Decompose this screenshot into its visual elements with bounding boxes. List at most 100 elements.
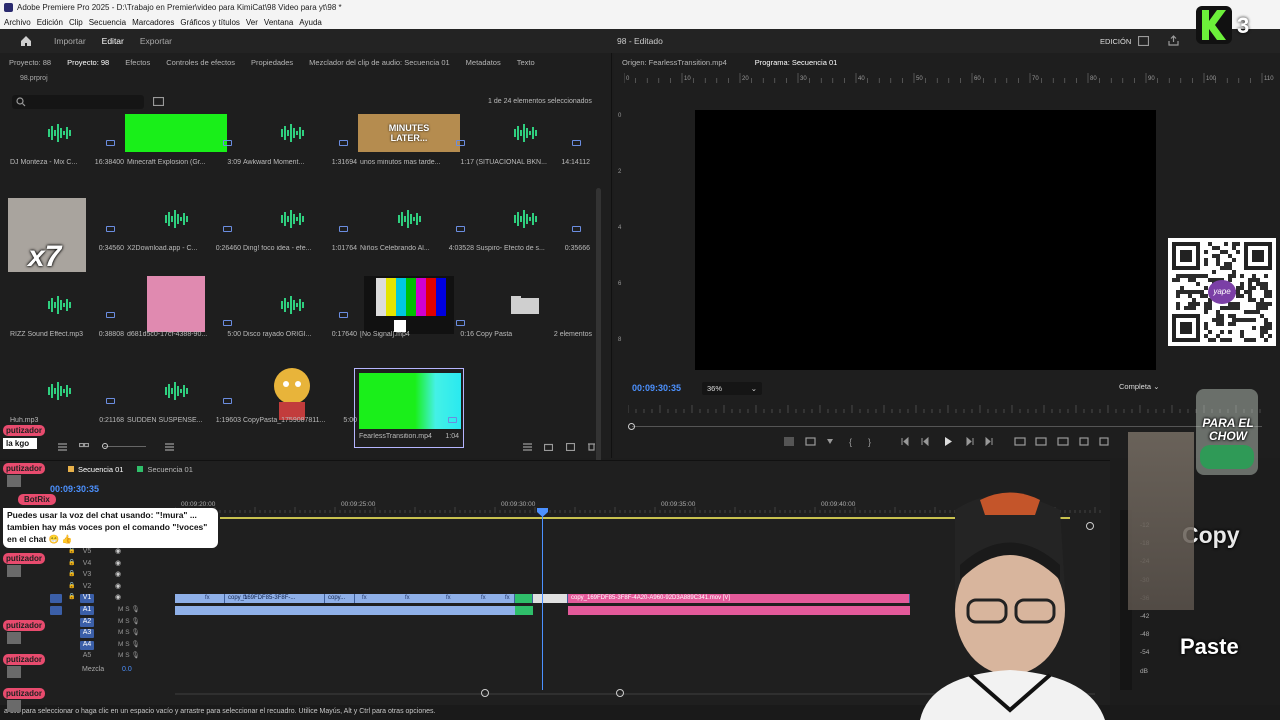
monitor-scrub-ruler[interactable] (628, 405, 1268, 413)
quality-select[interactable]: Completa ⌄ (1119, 382, 1160, 391)
tab-proyecto-88[interactable]: Proyecto: 88 (9, 58, 51, 67)
scrub-bar[interactable] (632, 426, 1262, 427)
menu-ventana[interactable]: Ventana (264, 18, 293, 27)
menu-marcadores[interactable]: Marcadores (132, 18, 174, 27)
project-item[interactable]: Disco rayado ORIGI... 0:17640 (241, 286, 357, 370)
tab-mezclador[interactable]: Mezclador del clip de audio: Secuencia 0… (309, 58, 450, 67)
video-clip[interactable] (533, 594, 568, 603)
eye-icon[interactable]: ◉ (115, 547, 121, 555)
project-item[interactable]: Copy Pasta 2 elementos (474, 286, 592, 370)
video-clip[interactable]: copy_169FDF85-3F8F-... (225, 594, 325, 603)
project-item[interactable]: Suspiro- Efecto de s... 0:35666 (474, 200, 590, 284)
tab-importar[interactable]: Importar (54, 36, 86, 46)
mute-solo-icon[interactable]: M S 🎙 (118, 617, 140, 625)
eye-icon[interactable]: ◉ (115, 570, 121, 578)
video-clip[interactable] (515, 594, 533, 603)
project-item[interactable]: 0:34560 (8, 198, 124, 284)
playhead[interactable] (542, 510, 543, 690)
video-clip[interactable]: copy... (325, 594, 355, 603)
project-item[interactable]: Minecraft Explosion (Gr... 3:09 (125, 114, 241, 198)
home-icon[interactable] (20, 35, 32, 47)
track-controls-icon[interactable]: 🔒 (68, 593, 75, 600)
playhead-marker-icon[interactable] (537, 508, 548, 517)
tab-efectos[interactable]: Efectos (125, 58, 150, 67)
tab-propiedades[interactable]: Propiedades (251, 58, 293, 67)
audio-wave-icon (514, 124, 537, 142)
ruler-label: 100 (1206, 76, 1217, 82)
tab-controles-efectos[interactable]: Controles de efectos (166, 58, 235, 67)
menu-ver[interactable]: Ver (246, 18, 258, 27)
mute-solo-icon[interactable]: M S 🎙 (118, 651, 140, 659)
project-item[interactable]: FearlessTransition.mp4 1:04 (354, 368, 464, 448)
menu-ayuda[interactable]: Ayuda (299, 18, 322, 27)
eye-icon[interactable]: ◉ (115, 582, 121, 590)
new-bin-icon[interactable] (153, 97, 164, 106)
tab-secuencia-01[interactable]: Secuencia 01 (68, 465, 123, 474)
project-item[interactable]: MINUTES LATER... unos minutos mas tarde...… (358, 114, 474, 198)
project-item[interactable]: Ding! foco idea - efe... 1:01764 (241, 200, 357, 284)
scroll-handle-right[interactable] (616, 689, 624, 697)
audio-clip[interactable] (175, 606, 515, 615)
trash-icon[interactable] (587, 442, 596, 451)
folder-icon[interactable] (544, 443, 553, 451)
sort-icon[interactable] (165, 443, 174, 451)
project-item[interactable]: Niños Celebrando Al... 4:03528 (358, 200, 474, 284)
source-patch[interactable] (50, 606, 62, 615)
project-item[interactable]: [No Signal].mp4 0:16 (358, 276, 474, 370)
mute-solo-icon[interactable]: M S 🎙 (118, 628, 140, 636)
video-track-header[interactable]: V2 🔒 ◉ (0, 582, 175, 593)
video-track-header[interactable]: V1 🔒 ◉ (0, 593, 175, 604)
icon-view-icon[interactable] (79, 443, 89, 451)
project-item[interactable]: RIZZ Sound Effect.mp3 0:38808 (8, 286, 124, 370)
audio-track-header[interactable]: A1 M S 🎙 (0, 605, 175, 616)
menu-archivo[interactable]: Archivo (4, 18, 31, 27)
tab-proyecto-98[interactable]: Proyecto: 98 (67, 58, 109, 67)
video-clip[interactable]: copy_169FDF85-3F8F-4A20-A960-92D3A889C34… (568, 594, 910, 603)
project-item[interactable]: X2Download.app - C... 0:26460 (125, 200, 241, 284)
project-item[interactable]: DJ Monteza - Mix C... 16:38400 (8, 114, 124, 198)
mute-solo-icon[interactable]: M S 🎙 (118, 640, 140, 648)
audio-clip[interactable] (568, 606, 910, 615)
project-item[interactable]: d681d5c0-17cf-4388-90... 5:00 (125, 276, 241, 370)
zoom-slider-handle[interactable] (102, 443, 108, 449)
tab-exportar[interactable]: Exportar (140, 36, 172, 46)
monitor-tabs: Origen: FearlessTransition.mp4 Programa:… (622, 53, 853, 71)
menu-graficos[interactable]: Gráficos y títulos (180, 18, 240, 27)
share-icon[interactable] (1168, 35, 1179, 46)
mix-label: Mezcla (82, 666, 105, 673)
tab-origen[interactable]: Origen: FearlessTransition.mp4 (622, 58, 727, 67)
tab-texto[interactable]: Texto (517, 58, 535, 67)
track-controls-icon[interactable]: 🔒 (68, 559, 75, 566)
program-screen[interactable] (695, 110, 1156, 370)
track-controls-icon[interactable]: 🔒 (68, 547, 75, 554)
mute-solo-icon[interactable]: M S 🎙 (118, 605, 140, 613)
track-controls-icon[interactable]: 🔒 (68, 570, 75, 577)
source-patch[interactable] (50, 594, 62, 603)
program-timecode[interactable]: 00:09:30:35 (632, 383, 681, 393)
zoom-slider[interactable] (104, 446, 146, 447)
project-item[interactable]: Awkward Moment... 1:31694 (241, 114, 357, 198)
menu-edicion[interactable]: Edición (37, 18, 63, 27)
mix-value[interactable]: 0.0 (122, 666, 132, 673)
panel-icon[interactable] (1138, 36, 1149, 46)
track-controls-icon[interactable]: 🔒 (68, 582, 75, 589)
scrub-handle[interactable] (628, 423, 635, 430)
project-item[interactable]: (SITUACIONAL BKN... 14:14112 (474, 114, 590, 198)
tab-programa[interactable]: Programa: Secuencia 01 (755, 58, 838, 67)
tab-editar[interactable]: Editar (102, 36, 124, 46)
audio-clip[interactable] (515, 606, 533, 615)
workspace-mode[interactable]: EDICIÓN (1100, 37, 1131, 46)
video-clip[interactable] (355, 594, 515, 603)
video-clip[interactable] (175, 594, 225, 603)
tab-metadatos[interactable]: Metadatos (466, 58, 501, 67)
new-item-icon[interactable] (566, 443, 575, 451)
tab-secuencia-01-b[interactable]: Secuencia 01 (137, 465, 193, 474)
zoom-select[interactable]: 36% ⌄ (702, 382, 762, 395)
eye-icon[interactable]: ◉ (115, 559, 121, 567)
scroll-handle-left[interactable] (481, 689, 489, 697)
search-input[interactable] (12, 95, 144, 109)
automate-icon[interactable] (523, 443, 532, 451)
menu-clip[interactable]: Clip (69, 18, 83, 27)
eye-icon[interactable]: ◉ (115, 593, 121, 601)
menu-secuencia[interactable]: Secuencia (89, 18, 126, 27)
